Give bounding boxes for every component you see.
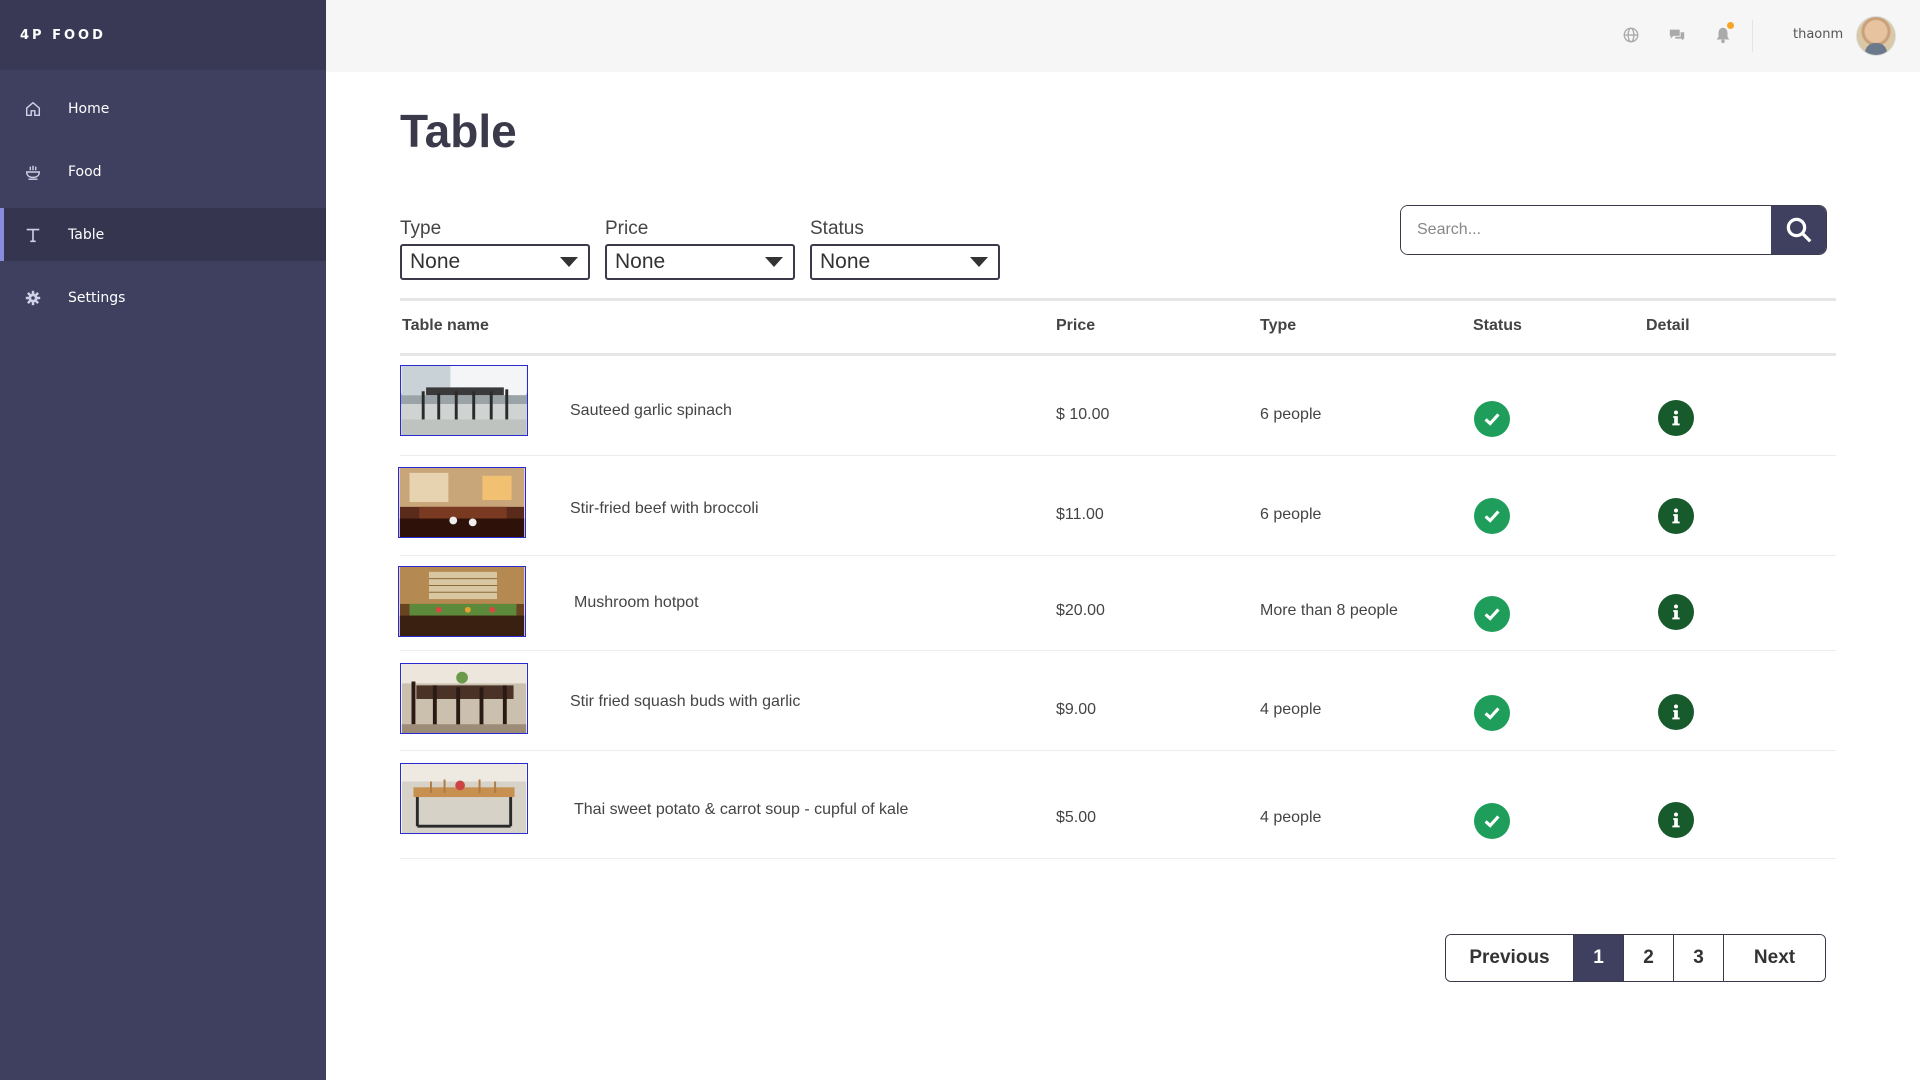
sidebar-item-food[interactable]: Food — [0, 145, 326, 198]
table-thumbnail — [400, 763, 528, 834]
table-name: Thai sweet potato & carrot soup - cupful… — [574, 801, 909, 818]
brand-logo[interactable]: 4P FOOD — [0, 0, 326, 70]
info-icon[interactable] — [1658, 694, 1694, 730]
table-price: $ 10.00 — [1056, 406, 1110, 423]
info-icon[interactable] — [1658, 400, 1694, 436]
page-button-1[interactable]: 1 — [1574, 935, 1624, 981]
select-value: None — [615, 250, 666, 273]
table-row[interactable]: Stir-fried beef with broccoli $11.00 6 p… — [398, 456, 1836, 556]
column-header-status[interactable]: Status — [1473, 317, 1522, 335]
select-value: None — [820, 250, 871, 273]
table-header: Table name Price Type Status Detail — [400, 298, 1836, 356]
search-input[interactable] — [1401, 206, 1771, 254]
chevron-down-icon — [970, 257, 988, 267]
info-icon[interactable] — [1658, 594, 1694, 630]
food-bowl-icon — [22, 161, 44, 183]
sidebar-item-table[interactable]: Table — [0, 208, 326, 261]
table-thumbnail — [398, 566, 526, 637]
sidebar-item-settings[interactable]: Settings — [0, 271, 326, 324]
table-type: 6 people — [1260, 506, 1322, 523]
sidebar-item-label: Food — [68, 163, 102, 180]
table-row[interactable]: Mushroom hotpot $20.00 More than 8 peopl… — [398, 556, 1836, 651]
next-page-button[interactable]: Next — [1724, 935, 1825, 981]
table-type: More than 8 people — [1260, 602, 1398, 619]
home-icon — [22, 98, 44, 120]
previous-page-button[interactable]: Previous — [1446, 935, 1574, 981]
table-name: Mushroom hotpot — [574, 594, 699, 611]
table-price: $9.00 — [1056, 701, 1097, 718]
select-value: None — [410, 250, 461, 273]
check-circle-icon — [1474, 695, 1510, 731]
check-circle-icon — [1474, 803, 1510, 839]
sidebar-nav: Home Food Table Settings — [0, 82, 326, 324]
top-bar: thaonm — [326, 0, 1920, 72]
avatar[interactable] — [1856, 16, 1896, 56]
table-thumbnail — [398, 467, 526, 538]
table-name: Sauteed garlic spinach — [570, 402, 732, 419]
type-filter: Type None — [400, 218, 590, 280]
table-price: $11.00 — [1056, 506, 1104, 523]
check-circle-icon — [1474, 596, 1510, 632]
sidebar-item-label: Home — [68, 100, 110, 117]
table-price: $20.00 — [1056, 602, 1105, 619]
notification-badge — [1727, 22, 1734, 29]
filter-label: Status — [810, 218, 864, 239]
bell-icon[interactable] — [1712, 22, 1734, 46]
table-name: Stir fried squash buds with garlic — [570, 693, 801, 710]
page-title: Table — [400, 105, 517, 157]
column-header-detail[interactable]: Detail — [1646, 317, 1690, 335]
pagination: Previous 1 2 3 Next — [1445, 934, 1826, 982]
search-box — [1400, 205, 1827, 255]
filter-label: Price — [605, 218, 649, 239]
sidebar-item-label: Table — [68, 226, 105, 243]
tables-table: Table name Price Type Status Detail Saut… — [398, 298, 1836, 859]
status-select[interactable]: None — [810, 244, 1000, 280]
table-row[interactable]: Sauteed garlic spinach $ 10.00 6 people — [400, 356, 1836, 456]
username[interactable]: thaonm — [1793, 27, 1843, 42]
gear-icon — [22, 287, 44, 309]
table-type: 6 people — [1260, 406, 1322, 423]
sidebar-item-label: Settings — [68, 289, 126, 306]
chevron-down-icon — [560, 257, 578, 267]
sidebar: 4P FOOD Home Food Table Settings — [0, 0, 326, 1080]
page-button-3[interactable]: 3 — [1674, 935, 1724, 981]
table-icon — [22, 224, 44, 246]
column-header-type[interactable]: Type — [1260, 317, 1296, 335]
check-circle-icon — [1474, 401, 1510, 437]
globe-icon[interactable] — [1620, 24, 1642, 46]
price-filter: Price None — [605, 218, 795, 280]
table-thumbnail — [400, 663, 528, 734]
info-icon[interactable] — [1658, 498, 1694, 534]
column-header-price[interactable]: Price — [1056, 317, 1095, 335]
sidebar-item-home[interactable]: Home — [0, 82, 326, 135]
check-circle-icon — [1474, 498, 1510, 534]
chevron-down-icon — [765, 257, 783, 267]
table-thumbnail — [400, 365, 528, 436]
table-type: 4 people — [1260, 701, 1322, 718]
divider — [1752, 20, 1753, 52]
price-select[interactable]: None — [605, 244, 795, 280]
search-icon — [1786, 217, 1811, 243]
table-type: 4 people — [1260, 809, 1322, 826]
column-header-name[interactable]: Table name — [402, 317, 489, 335]
chat-icon[interactable] — [1666, 24, 1688, 46]
filter-label: Type — [400, 218, 442, 239]
table-price: $5.00 — [1056, 809, 1097, 826]
table-row[interactable]: Stir fried squash buds with garlic $9.00… — [400, 651, 1836, 751]
search-button[interactable] — [1771, 206, 1826, 254]
type-select[interactable]: None — [400, 244, 590, 280]
page-button-2[interactable]: 2 — [1624, 935, 1674, 981]
table-row[interactable]: Thai sweet potato & carrot soup - cupful… — [400, 751, 1836, 859]
info-icon[interactable] — [1658, 802, 1694, 838]
table-name: Stir-fried beef with broccoli — [570, 500, 759, 517]
status-filter: Status None — [810, 218, 1000, 280]
